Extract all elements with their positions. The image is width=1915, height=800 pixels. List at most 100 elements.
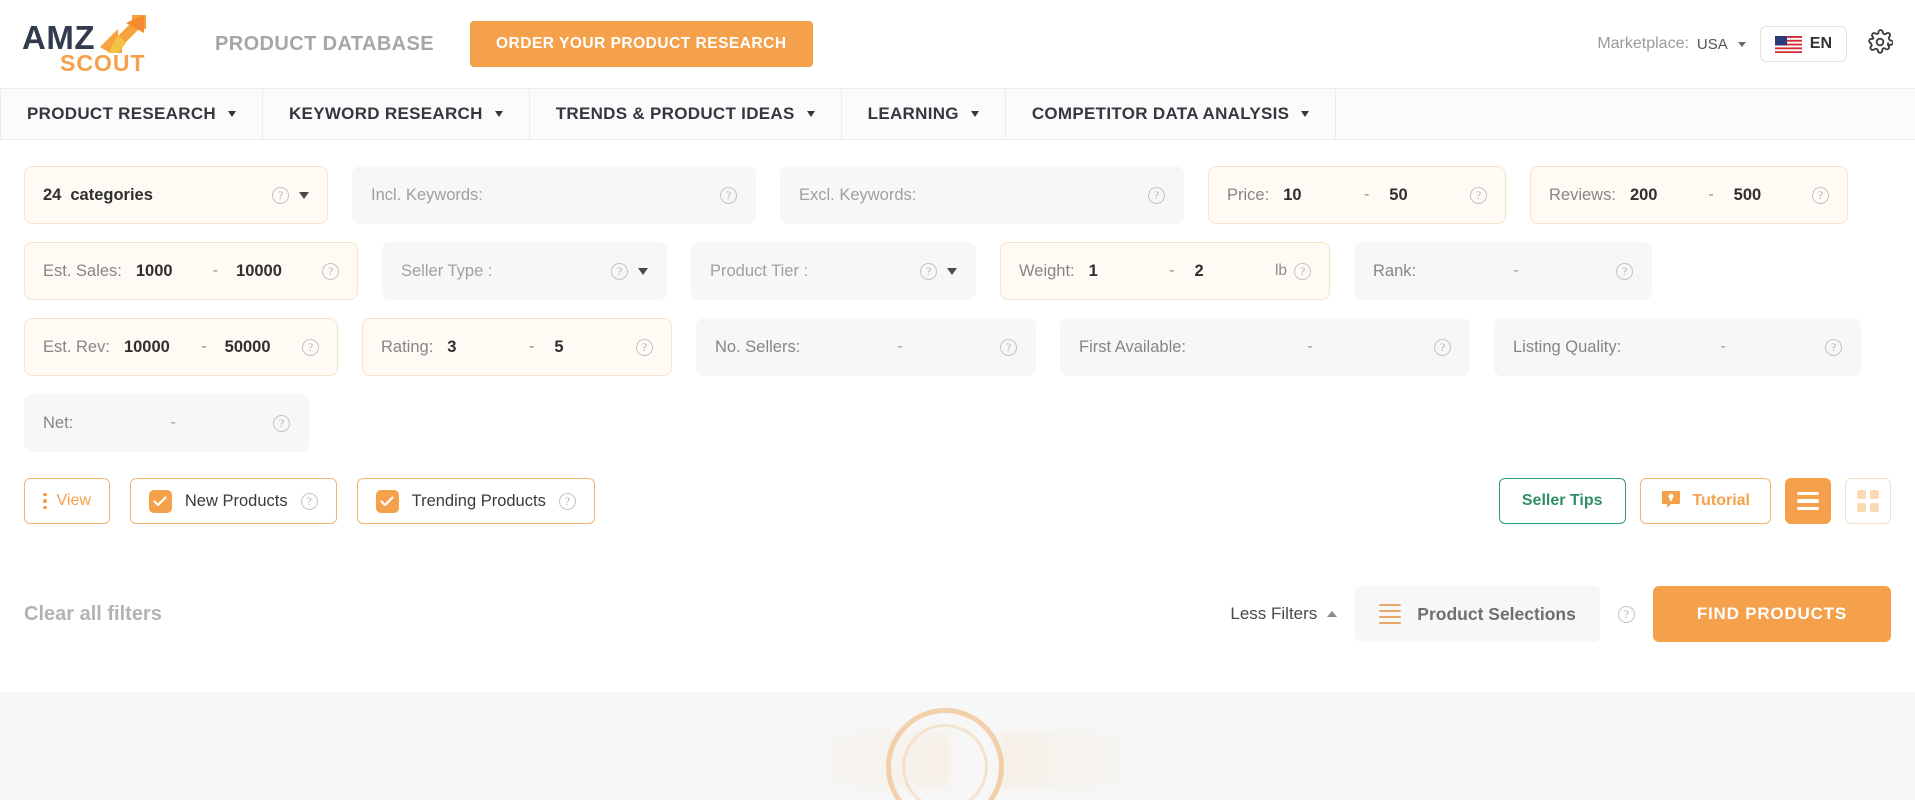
filter-est-rev[interactable]: Est. Rev: 10000 - 50000 ? [24,318,338,376]
rating-label: Rating: [381,337,434,356]
reviews-min-value[interactable]: 200 [1630,186,1658,205]
weight-unit: lb [1274,262,1288,279]
view-options-row: View New Products ? Trending Products ? … [24,478,1891,524]
list-view-icon[interactable] [1785,478,1831,524]
view-button-label: View [56,492,91,509]
help-icon[interactable]: ? [636,338,654,356]
tutorial-button[interactable]: Tutorial [1639,478,1771,524]
rating-min-value[interactable]: 3 [447,338,456,357]
action-buttons-cluster: Less Filters Product Selections ? FIND P… [1230,586,1891,642]
filter-rank[interactable]: Rank: - ? [1354,242,1652,300]
nav-label: COMPETITOR DATA ANALYSIS [1031,104,1290,123]
range-dash: - [1708,186,1714,203]
gear-icon[interactable] [1867,28,1894,60]
filter-first-available[interactable]: First Available: - ? [1060,318,1470,376]
help-icon[interactable]: ? [1812,186,1830,204]
listing-quality-label: Listing Quality: [1513,337,1622,356]
nav-label: PRODUCT RESEARCH [27,104,216,123]
price-max-value[interactable]: 50 [1389,186,1407,205]
clear-all-filters-button[interactable]: Clear all filters [24,603,162,626]
filter-weight[interactable]: Weight: 1 - 2 lb ? [1000,242,1330,300]
app-header: AMZ SCOUT PRODUCT DATABASE ORDER YOUR PR… [0,0,1915,88]
grid-view-icon[interactable] [1845,478,1891,524]
chevron-down-icon [806,111,815,117]
checkbox-checked-icon[interactable] [148,489,172,513]
help-icon[interactable]: ? [273,414,290,432]
filter-rating[interactable]: Rating: 3 - 5 ? [362,318,672,376]
help-icon[interactable]: ? [1148,186,1165,204]
incl-keywords-placeholder: Incl. Keywords: [371,185,483,204]
reviews-max-value[interactable]: 500 [1734,186,1762,205]
weight-max-value[interactable]: 2 [1194,262,1203,281]
reviews-label: Reviews: [1549,185,1616,204]
order-product-research-button[interactable]: ORDER YOUR PRODUCT RESEARCH [470,21,813,67]
less-filters-label: Less Filters [1230,604,1318,623]
help-icon[interactable]: ? [558,492,576,510]
help-icon[interactable]: ? [720,186,737,204]
help-icon[interactable]: ? [920,262,937,280]
help-icon[interactable]: ? [611,262,628,280]
product-selections-button[interactable]: Product Selections [1355,586,1600,642]
chevron-down-icon[interactable] [299,191,309,199]
amzscout-logo[interactable]: AMZ SCOUT [22,13,177,75]
nav-competitor-data-analysis[interactable]: COMPETITOR DATA ANALYSIS [1006,89,1337,139]
help-icon[interactable]: ? [1617,605,1635,623]
help-icon[interactable]: ? [1434,338,1452,356]
filter-price[interactable]: Price: 10 - 50 ? [1208,166,1506,224]
nav-keyword-research[interactable]: KEYWORD RESEARCH [263,89,530,139]
help-icon[interactable]: ? [1294,262,1312,280]
new-products-label: New Products [184,491,288,510]
filter-excl-keywords[interactable]: Excl. Keywords: ? [780,166,1184,224]
help-icon[interactable]: ? [1825,338,1843,356]
range-dash: - [212,262,219,279]
filter-est-sales[interactable]: Est. Sales: 1000 - 10000 ? [24,242,358,300]
new-products-toggle[interactable]: New Products ? [129,478,337,524]
nav-learning[interactable]: LEARNING [842,89,1006,139]
find-products-button[interactable]: FIND PRODUCTS [1652,586,1891,642]
chevron-down-icon[interactable] [638,267,648,275]
filter-seller-type[interactable]: Seller Type : ? [382,242,667,300]
nav-product-research[interactable]: PRODUCT RESEARCH [0,89,263,139]
est-sales-min-value[interactable]: 1000 [136,262,173,281]
filter-incl-keywords[interactable]: Incl. Keywords: ? [352,166,756,224]
chevron-down-icon[interactable] [947,267,957,275]
view-button[interactable]: View [24,478,110,524]
filter-categories[interactable]: 24 categories ? [24,166,328,224]
help-icon[interactable]: ? [1000,338,1018,356]
help-icon[interactable]: ? [1470,186,1488,204]
weight-min-value[interactable]: 1 [1089,262,1098,281]
seller-tips-button[interactable]: Seller Tips [1498,478,1626,524]
product-selections-label: Product Selections [1417,603,1576,624]
range-dash: - [201,338,207,355]
help-icon[interactable]: ? [272,186,289,204]
est-rev-max-value[interactable]: 50000 [225,338,271,357]
filter-listing-quality[interactable]: Listing Quality: - ? [1494,318,1861,376]
est-sales-max-value[interactable]: 10000 [236,262,282,281]
rating-max-value[interactable]: 5 [554,338,563,357]
weight-label: Weight: [1019,261,1075,280]
language-selector[interactable]: EN [1759,26,1847,62]
help-icon[interactable]: ? [300,492,318,510]
help-icon[interactable]: ? [322,262,339,280]
est-rev-min-value[interactable]: 10000 [124,338,170,357]
filter-no-sellers[interactable]: No. Sellers: - ? [696,318,1036,376]
help-icon[interactable]: ? [1616,262,1633,280]
categories-count: 24 [43,185,62,204]
trending-products-toggle[interactable]: Trending Products ? [356,478,595,524]
chevron-down-icon [227,111,236,117]
marketplace-selector[interactable]: Marketplace: USA [1597,35,1746,53]
help-icon[interactable]: ? [302,338,320,356]
filter-product-tier[interactable]: Product Tier : ? [691,242,976,300]
nav-trends-product-ideas[interactable]: TRENDS & PRODUCT IDEAS [530,89,842,139]
checkbox-checked-icon[interactable] [375,489,399,513]
product-database-link[interactable]: PRODUCT DATABASE [215,33,434,56]
net-value: - [170,414,176,431]
chevron-down-icon [494,111,503,117]
less-filters-toggle[interactable]: Less Filters [1230,604,1338,624]
filter-row-1: 24 categories ? Incl. Keywords: ? Excl. … [24,166,1891,224]
filter-net[interactable]: Net: - ? [24,394,309,452]
language-code: EN [1809,35,1832,52]
filter-reviews[interactable]: Reviews: 200 - 500 ? [1530,166,1848,224]
price-min-value[interactable]: 10 [1283,186,1301,205]
filters-action-row: Clear all filters Less Filters Product S… [0,586,1915,642]
